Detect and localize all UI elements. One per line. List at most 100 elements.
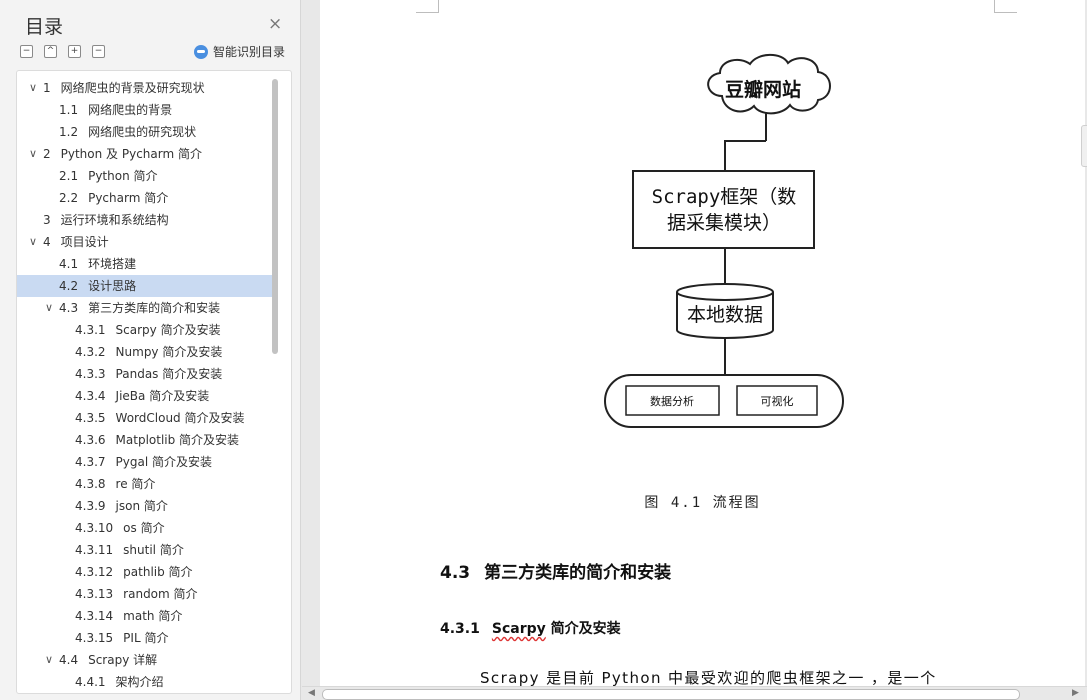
expand-all-icon[interactable]: + (68, 45, 81, 58)
toc-item-number: 4.3.5 (75, 411, 106, 425)
toc-tree: ∨ 1 网络爬虫的背景及研究现状 1.1 网络爬虫的背景 1.2 网络爬虫的研究现状 ∨ 2 Py… (16, 70, 292, 694)
toc-item[interactable]: 4.3.3 Pandas 简介及安装 (17, 363, 273, 385)
toc-item-label: 4.3.4 JieBa 简介及安装 (75, 385, 209, 407)
chevron-down-icon[interactable]: ∨ (27, 143, 39, 165)
level-up-icon[interactable]: ^ (44, 45, 57, 58)
toc-item[interactable]: 4.3.2 Numpy 简介及安装 (17, 341, 273, 363)
toc-item[interactable]: 4.3.12 pathlib 简介 (17, 561, 273, 583)
toc-item-label: 4.3.2 Numpy 简介及安装 (75, 341, 222, 363)
toc-item-text: Python 及 Pycharm 简介 (60, 147, 202, 161)
toc-item[interactable]: 4.2 设计思路 (17, 275, 273, 297)
toc-item[interactable]: 4.3.11 shutil 简介 (17, 539, 273, 561)
spellcheck-word[interactable]: Scarpy (492, 621, 546, 637)
toc-item-label: 4.3.9 json 简介 (75, 495, 168, 517)
toc-item[interactable]: 4.1 环境搭建 (17, 253, 273, 275)
toc-item-text: PIL 简介 (123, 631, 169, 645)
chevron-down-icon[interactable]: ∨ (43, 649, 55, 671)
toc-item[interactable]: ∨ 1 网络爬虫的背景及研究现状 (17, 77, 273, 99)
toc-item[interactable]: 4.3.4 JieBa 简介及安装 (17, 385, 273, 407)
toc-item-label: 4.3.5 WordCloud 简介及安装 (75, 407, 244, 429)
toc-item[interactable]: 1.2 网络爬虫的研究现状 (17, 121, 273, 143)
toc-item[interactable]: 4.3.5 WordCloud 简介及安装 (17, 407, 273, 429)
toc-item-label: 4.3.8 re 简介 (75, 473, 155, 495)
toc-item-label: 4.3.3 Pandas 简介及安装 (75, 363, 222, 385)
cloud-label: 豆瓣网站 (725, 78, 801, 101)
toc-title: 目录 (25, 16, 64, 38)
smart-toc-label: 智能识别目录 (213, 45, 286, 59)
figure-caption: 图 4.1 流程图 (644, 495, 761, 511)
toc-item-text: shutil 简介 (123, 543, 184, 557)
toc-item-label: 1.2 网络爬虫的研究现状 (59, 121, 196, 143)
toc-item[interactable]: 2.1 Python 简介 (17, 165, 273, 187)
toc-item[interactable]: 4.4.1 架构介绍 (17, 671, 273, 693)
section-number: 4.3 (440, 563, 471, 583)
framework-label-line1: Scrapy框架（数 (652, 186, 797, 208)
toc-item[interactable]: 4.3.14 math 简介 (17, 605, 273, 627)
collapse-all-icon[interactable]: − (20, 45, 33, 58)
smart-toc-button[interactable]: 智能识别目录 (194, 43, 285, 60)
toc-item-number: 4.3.8 (75, 477, 106, 491)
toc-item-text: 环境搭建 (88, 257, 137, 271)
analysis-label: 数据分析 (650, 394, 694, 408)
horizontal-scrollbar-thumb[interactable] (322, 689, 1020, 700)
toc-item-text: 项目设计 (60, 235, 109, 249)
toc-item-number: 4.3.7 (75, 455, 106, 469)
toc-item-number: 1.1 (59, 103, 79, 117)
toc-item[interactable]: 4.3.7 Pygal 简介及安装 (17, 451, 273, 473)
toc-item[interactable]: 4.3.6 Matplotlib 简介及安装 (17, 429, 273, 451)
toc-item-text: WordCloud 简介及安装 (115, 411, 245, 425)
toc-item[interactable]: 4.3.8 re 简介 (17, 473, 273, 495)
toc-item[interactable]: 4.3.1 Scarpy 简介及安装 (17, 319, 273, 341)
toc-item-number: 4.4 (59, 653, 79, 667)
toc-item-text: 架构介绍 (115, 675, 164, 689)
toc-item-text: 第三方类库的简介和安装 (88, 301, 221, 315)
toc-item[interactable]: 2.2 Pycharm 简介 (17, 187, 273, 209)
toc-item[interactable]: ∨ 4.4 Scrapy 详解 (17, 649, 273, 671)
toc-item[interactable]: 4.3.10 os 简介 (17, 517, 273, 539)
ai-smart-icon (194, 44, 208, 59)
toc-item-label: 4.3.10 os 简介 (75, 517, 165, 539)
toc-item-text: 网络爬虫的背景及研究现状 (60, 81, 205, 95)
toc-item[interactable]: 3 运行环境和系统结构 (17, 209, 273, 231)
toc-item[interactable]: 4.3.9 json 简介 (17, 495, 273, 517)
toc-item-label: 4 项目设计 (43, 231, 109, 253)
toc-scrollbar-thumb[interactable] (272, 79, 278, 354)
toc-item-label: 4.3.12 pathlib 简介 (75, 561, 193, 583)
close-icon[interactable]: × (268, 14, 282, 34)
toc-item-number: 2 (43, 147, 51, 161)
toc-list: ∨ 1 网络爬虫的背景及研究现状 1.1 网络爬虫的背景 1.2 网络爬虫的研究现状 ∨ 2 Py… (17, 77, 273, 693)
toc-item-label: 4.1 环境搭建 (59, 253, 136, 275)
horizontal-scrollbar[interactable]: ◀ ▶ (302, 686, 1087, 700)
chevron-down-icon[interactable]: ∨ (27, 231, 39, 253)
remove-heading-icon[interactable]: − (92, 45, 105, 58)
subsection-heading: 4.3.1 Scarpy 简介及安装 (440, 618, 621, 638)
toc-item-text: json 简介 (115, 499, 168, 513)
toc-item-label: 4.4 Scrapy 详解 (59, 649, 157, 671)
toc-item-label: 2 Python 及 Pycharm 简介 (43, 143, 202, 165)
toc-item-number: 1 (43, 81, 51, 95)
toc-item-text: random 简介 (123, 587, 198, 601)
toc-item-number: 4.3.12 (75, 565, 114, 579)
toc-item-text: 运行环境和系统结构 (60, 213, 169, 227)
vertical-scrollbar-thumb[interactable] (1081, 125, 1087, 167)
body-paragraph: Scrapy 是目前 Python 中最受欢迎的爬虫框架之一 ，是一个 (480, 669, 937, 687)
chevron-down-icon[interactable]: ∨ (43, 297, 55, 319)
toc-item-number: 4.3.3 (75, 367, 106, 381)
document-page: 豆瓣网站 Scrapy框架（数 据采集模块） 本地数据 数据分析 可视化 图 4… (320, 0, 1085, 687)
scroll-left-icon[interactable]: ◀ (308, 688, 315, 698)
toc-item[interactable]: ∨ 4.3 第三方类库的简介和安装 (17, 297, 273, 319)
toc-item[interactable]: 4.3.15 PIL 简介 (17, 627, 273, 649)
toc-item[interactable]: ∨ 2 Python 及 Pycharm 简介 (17, 143, 273, 165)
scroll-right-icon[interactable]: ▶ (1072, 688, 1079, 698)
toc-item[interactable]: ∨ 4 项目设计 (17, 231, 273, 253)
toc-item-text: re 简介 (115, 477, 156, 491)
visualization-label: 可视化 (761, 394, 794, 408)
toc-item-number: 4.4.1 (75, 675, 106, 689)
toc-item-text: Scarpy 简介及安装 (115, 323, 221, 337)
flowchart: 豆瓣网站 Scrapy框架（数 据采集模块） 本地数据 数据分析 可视化 (604, 53, 844, 428)
toc-item-number: 4.3 (59, 301, 79, 315)
chevron-down-icon[interactable]: ∨ (27, 77, 39, 99)
toc-item[interactable]: 1.1 网络爬虫的背景 (17, 99, 273, 121)
toc-item-number: 4.1 (59, 257, 79, 271)
toc-item[interactable]: 4.3.13 random 简介 (17, 583, 273, 605)
